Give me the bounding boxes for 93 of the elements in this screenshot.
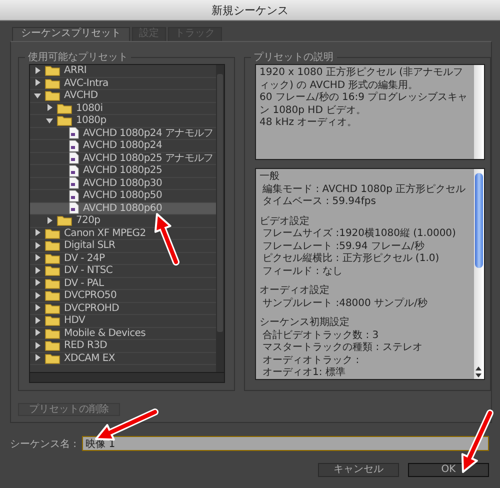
tree-item[interactable]: Digital SLR xyxy=(30,240,216,252)
tree-item[interactable]: DV - 24P xyxy=(30,252,216,265)
folder-icon xyxy=(45,78,60,89)
triangle-icon[interactable] xyxy=(46,116,54,125)
folder-icon xyxy=(45,228,60,239)
triangle-icon[interactable] xyxy=(34,266,42,275)
tree-item[interactable]: AVCHD xyxy=(30,90,216,102)
folder-icon xyxy=(45,278,60,289)
tree-item[interactable]: AVCHD 1080p60 xyxy=(30,202,216,215)
description-text: 1920 x 1080 正方形ピクセル (非アナモルフィック) の AVCHD 形式の編集用。 xyxy=(260,67,464,92)
tree-item[interactable]: AVCHD 1080p30 xyxy=(30,178,216,190)
setting-text: 合計ビデオトラック数 : 3 xyxy=(262,330,380,342)
tree-item[interactable]: AVCHD 1080p25 アナモルフ xyxy=(30,152,216,165)
tree-item[interactable]: RED R3D xyxy=(30,340,216,352)
tree-item[interactable]: HDV xyxy=(30,315,216,328)
triangle-icon[interactable] xyxy=(34,342,42,350)
group-title: 使用可能なプリセット xyxy=(27,50,129,64)
scrollbar[interactable] xyxy=(474,169,484,379)
triangle-icon[interactable] xyxy=(46,104,54,112)
triangle-icon[interactable] xyxy=(34,66,42,75)
group-title: プリセットの説明 xyxy=(252,50,335,64)
setting-text: フィールド : なし xyxy=(262,266,344,278)
setting-text: マスタートラックの種類 : ステレオ xyxy=(262,342,424,354)
setting-text: オーディオトラック : xyxy=(262,354,360,366)
triangle-icon[interactable] xyxy=(34,292,42,300)
triangle-icon[interactable] xyxy=(34,329,42,338)
tree-item[interactable]: 1080p xyxy=(30,115,216,128)
triangle-icon[interactable] xyxy=(34,279,42,288)
tree-item[interactable]: 1080i xyxy=(30,102,216,115)
description-text: 60 フレーム/秒の 16:9 プログレッシブスキャン 1080p HD ビデオ。 xyxy=(260,92,469,117)
scrollbar[interactable] xyxy=(30,372,224,382)
tree-item[interactable]: DVCPROHD xyxy=(30,302,216,315)
scroll-arrows-icon[interactable] xyxy=(475,365,482,379)
cancel-button[interactable]: キャンセル xyxy=(318,463,399,477)
field-label: シーケンス名 : xyxy=(10,438,77,450)
triangle-icon[interactable] xyxy=(34,354,42,362)
document-icon xyxy=(69,177,79,190)
triangle-icon[interactable] xyxy=(34,316,42,325)
document-icon xyxy=(69,127,79,140)
tree-item[interactable]: AVCHD 1080p24 xyxy=(30,140,216,152)
description-text: 48 kHz オーディオ。 xyxy=(260,117,358,130)
folder-icon xyxy=(45,252,60,264)
folder-icon xyxy=(45,290,60,302)
folder-icon xyxy=(45,240,60,252)
document-icon xyxy=(69,190,79,202)
tree-item[interactable]: DVCPRO50 xyxy=(30,290,216,302)
setting-text: タイムベース : 59.94fps xyxy=(262,196,377,208)
setting-text: サンプルレート :48000 サンプル/秒 xyxy=(262,298,428,310)
section-heading: シーケンス初期設定 xyxy=(260,317,351,330)
setting-text: フレームレート :59.94 フレーム/秒 xyxy=(262,240,426,252)
tree-item[interactable]: ARRI xyxy=(30,65,216,78)
tree-item[interactable]: XDCAM EX xyxy=(30,352,216,365)
arrow-annotation xyxy=(461,410,494,473)
folder-icon xyxy=(45,302,60,314)
setting-text: フレームサイズ :1920横1080縦 (1.0000) xyxy=(262,228,457,240)
folder-icon xyxy=(45,340,60,352)
folder-icon xyxy=(57,102,72,114)
triangle-icon[interactable] xyxy=(46,216,54,225)
setting-text: オーディオ1: 標準 xyxy=(262,367,346,380)
folder-icon xyxy=(45,90,60,102)
folder-icon xyxy=(45,315,60,326)
window-title: 新規シーケンス xyxy=(212,2,288,18)
folder-icon xyxy=(57,115,72,126)
folder-icon xyxy=(45,65,60,76)
tree-item[interactable]: AVC-Intra xyxy=(30,78,216,90)
tab[interactable]: シーケンスプリセット xyxy=(12,27,130,41)
document-icon xyxy=(69,140,79,152)
triangle-icon[interactable] xyxy=(34,79,42,88)
tree-item[interactable]: AVCHD 1080p25 xyxy=(30,165,216,178)
folder-icon xyxy=(45,265,60,276)
scrollbar[interactable] xyxy=(474,65,484,159)
setting-text: 編集モード : AVCHD 1080p 正方形ピクセル xyxy=(262,184,467,196)
scrollbar[interactable] xyxy=(216,65,224,372)
folder-icon xyxy=(45,328,60,339)
triangle-icon[interactable] xyxy=(34,254,42,262)
triangle-icon[interactable] xyxy=(34,229,42,238)
arrow-annotation xyxy=(154,213,180,266)
setting-text: ピクセル縦横比 : 正方形ピクセル (1.0) xyxy=(262,253,440,266)
triangle-icon[interactable] xyxy=(34,92,42,100)
document-icon xyxy=(69,152,79,164)
tree-item[interactable]: DV - PAL xyxy=(30,278,216,290)
triangle-icon[interactable] xyxy=(34,242,42,250)
tree-item[interactable]: Mobile & Devices xyxy=(30,328,216,340)
document-icon xyxy=(69,202,79,214)
document-icon xyxy=(69,164,79,177)
section-heading: オーディオ設定 xyxy=(260,285,331,298)
section-heading: 一般 xyxy=(260,171,281,184)
ok-button[interactable]: OK xyxy=(408,463,489,477)
tree-item[interactable]: AVCHD 1080p24 アナモルフ xyxy=(30,128,216,140)
folder-icon xyxy=(45,352,60,364)
triangle-icon[interactable] xyxy=(34,304,42,312)
tree-item[interactable]: DV - NTSC xyxy=(30,265,216,278)
section-heading: ビデオ設定 xyxy=(260,216,311,228)
